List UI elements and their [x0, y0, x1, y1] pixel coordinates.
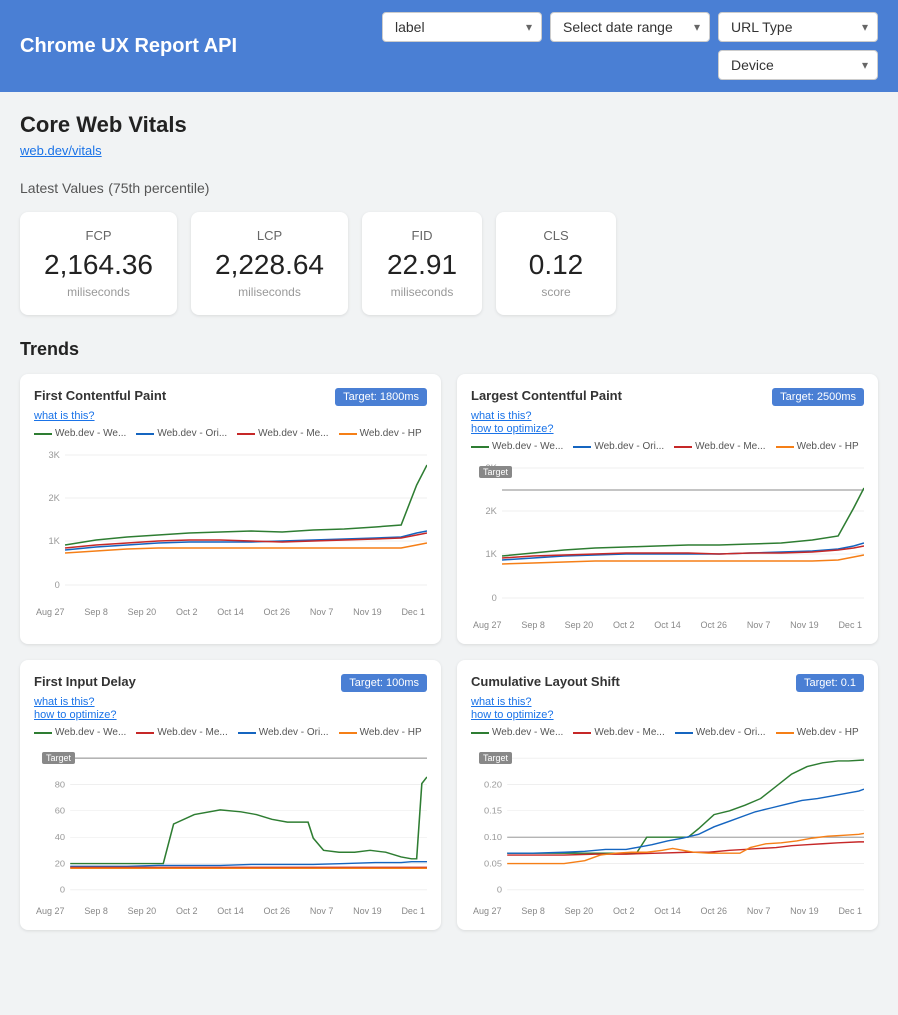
- lcp-card: LCP 2,228.64 miliseconds: [191, 212, 348, 315]
- app-title: Chrome UX Report API: [20, 35, 237, 58]
- trends-title: Trends: [20, 339, 878, 360]
- svg-text:20: 20: [55, 859, 65, 869]
- svg-text:2K: 2K: [485, 506, 496, 516]
- svg-text:60: 60: [55, 806, 65, 816]
- url-type-dropdown-wrapper: URL Type: [718, 12, 878, 42]
- fcp-chart-card: First Contentful Paint Target: 1800ms wh…: [20, 374, 441, 644]
- cls-card: CLS 0.12 score: [496, 212, 616, 315]
- cls-what-is-this-link[interactable]: what is this?: [471, 696, 864, 708]
- header: Chrome UX Report API label Select date r…: [0, 0, 898, 92]
- fcp-card: FCP 2,164.36 miliseconds: [20, 212, 177, 315]
- fcp-chart-title: First Contentful Paint: [34, 388, 166, 403]
- svg-text:0: 0: [55, 580, 60, 590]
- lcp-value: 2,228.64: [215, 249, 324, 281]
- latest-values-section-title: Latest Values (75th percentile): [20, 180, 878, 198]
- cls-x-labels: Aug 27Sep 8Sep 20Oct 2Oct 14Oct 26Nov 7N…: [471, 906, 864, 916]
- fid-chart-links: what is this? how to optimize?: [34, 696, 427, 721]
- lcp-x-labels: Aug 27Sep 8Sep 20Oct 2Oct 14Oct 26Nov 7N…: [471, 620, 864, 630]
- svg-text:0: 0: [497, 885, 502, 895]
- lcp-optimize-link[interactable]: how to optimize?: [471, 423, 864, 435]
- fcp-chart-links: what is this?: [34, 410, 427, 422]
- fcp-unit: miliseconds: [44, 285, 153, 299]
- cls-chart-area: Target 0.25 0.20 0.15 0.10 0.05 0: [471, 744, 864, 904]
- fcp-x-labels: Aug 27Sep 8Sep 20Oct 2Oct 14Oct 26Nov 7N…: [34, 607, 427, 617]
- lcp-unit: miliseconds: [215, 285, 324, 299]
- cls-target-label: Target: [479, 752, 512, 764]
- charts-grid: First Contentful Paint Target: 1800ms wh…: [20, 374, 878, 930]
- cls-optimize-link[interactable]: how to optimize?: [471, 709, 864, 721]
- fid-label: FID: [386, 228, 458, 243]
- cls-chart-links: what is this? how to optimize?: [471, 696, 864, 721]
- date-range-dropdown[interactable]: Select date range: [550, 12, 710, 42]
- main-content: Core Web Vitals web.dev/vitals Latest Va…: [0, 92, 898, 950]
- svg-text:1K: 1K: [485, 549, 496, 559]
- page-title: Core Web Vitals: [20, 112, 878, 138]
- svg-text:0.05: 0.05: [484, 859, 502, 869]
- header-controls: label Select date range URL Type Device: [247, 12, 878, 80]
- fid-target-label: Target: [42, 752, 75, 764]
- fcp-target-badge: Target: 1800ms: [335, 388, 427, 406]
- label-dropdown[interactable]: label: [382, 12, 542, 42]
- fid-legend: Web.dev - We... Web.dev - Me... Web.dev …: [34, 727, 427, 738]
- fid-value: 22.91: [386, 249, 458, 281]
- fid-chart-card: First Input Delay Target: 100ms what is …: [20, 660, 441, 930]
- cls-unit: score: [520, 285, 592, 299]
- fid-unit: miliseconds: [386, 285, 458, 299]
- date-range-dropdown-wrapper: Select date range: [550, 12, 710, 42]
- lcp-chart-area: Target 3K 2K 1K 0: [471, 458, 864, 618]
- svg-text:0: 0: [492, 593, 497, 603]
- fcp-what-is-this-link[interactable]: what is this?: [34, 410, 427, 422]
- device-dropdown-wrapper: Device: [718, 50, 878, 80]
- fcp-chart-area: 3K 2K 1K 0: [34, 445, 427, 605]
- svg-text:80: 80: [55, 780, 65, 790]
- svg-text:40: 40: [55, 832, 65, 842]
- lcp-legend: Web.dev - We... Web.dev - Ori... Web.dev…: [471, 441, 864, 452]
- cls-chart-title: Cumulative Layout Shift: [471, 674, 620, 689]
- fcp-label: FCP: [44, 228, 153, 243]
- lcp-what-is-this-link[interactable]: what is this?: [471, 410, 864, 422]
- cls-legend: Web.dev - We... Web.dev - Me... Web.dev …: [471, 727, 864, 738]
- fid-optimize-link[interactable]: how to optimize?: [34, 709, 427, 721]
- fcp-legend: Web.dev - We... Web.dev - Ori... Web.dev…: [34, 428, 427, 439]
- svg-text:0: 0: [60, 885, 65, 895]
- cls-label: CLS: [520, 228, 592, 243]
- lcp-chart-links: what is this? how to optimize?: [471, 410, 864, 435]
- label-dropdown-wrapper: label: [382, 12, 542, 42]
- fid-target-badge: Target: 100ms: [341, 674, 427, 692]
- fid-card: FID 22.91 miliseconds: [362, 212, 482, 315]
- svg-text:0.20: 0.20: [484, 780, 502, 790]
- url-type-dropdown[interactable]: URL Type: [718, 12, 878, 42]
- svg-text:0.15: 0.15: [484, 806, 502, 816]
- svg-text:1K: 1K: [48, 536, 59, 546]
- metrics-row: FCP 2,164.36 miliseconds LCP 2,228.64 mi…: [20, 212, 878, 315]
- fid-what-is-this-link[interactable]: what is this?: [34, 696, 427, 708]
- page-link[interactable]: web.dev/vitals: [20, 143, 102, 158]
- fid-chart-area: Target 100 80 60 40 20 0: [34, 744, 427, 904]
- svg-text:3K: 3K: [48, 450, 59, 460]
- lcp-chart-card: Largest Contentful Paint Target: 2500ms …: [457, 374, 878, 644]
- device-dropdown[interactable]: Device: [718, 50, 878, 80]
- fcp-value: 2,164.36: [44, 249, 153, 281]
- svg-text:2K: 2K: [48, 493, 59, 503]
- lcp-target-label: Target: [479, 466, 512, 478]
- cls-target-badge: Target: 0.1: [796, 674, 864, 692]
- svg-text:0.10: 0.10: [484, 832, 502, 842]
- lcp-label: LCP: [215, 228, 324, 243]
- lcp-target-badge: Target: 2500ms: [772, 388, 864, 406]
- lcp-chart-title: Largest Contentful Paint: [471, 388, 622, 403]
- fid-chart-title: First Input Delay: [34, 674, 136, 689]
- cls-value: 0.12: [520, 249, 592, 281]
- cls-chart-card: Cumulative Layout Shift Target: 0.1 what…: [457, 660, 878, 930]
- fid-x-labels: Aug 27Sep 8Sep 20Oct 2Oct 14Oct 26Nov 7N…: [34, 906, 427, 916]
